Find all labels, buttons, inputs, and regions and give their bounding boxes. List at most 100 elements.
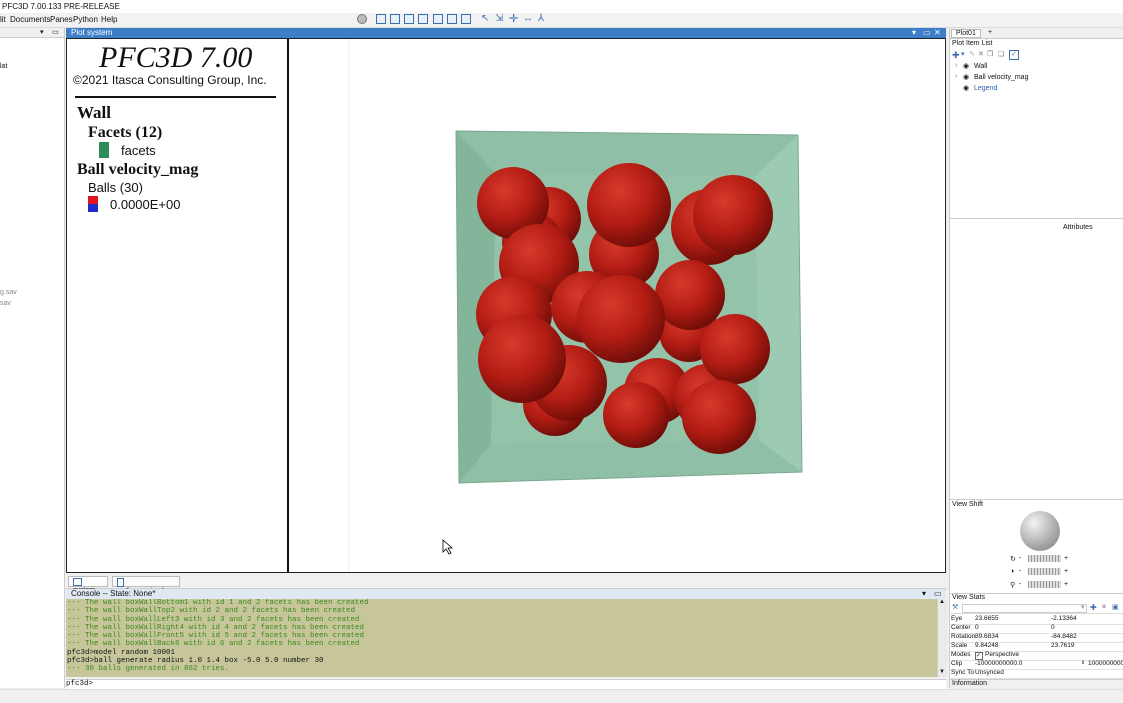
add-icon[interactable]: ✚: [1090, 603, 1097, 612]
eye-icon[interactable]: ◉: [963, 62, 969, 70]
document-icon: [117, 578, 124, 587]
facets-swatch: [99, 142, 109, 158]
print-icon[interactable]: [433, 14, 443, 24]
plus-icon[interactable]: +: [1064, 568, 1068, 575]
export-icon[interactable]: [447, 14, 457, 24]
console-output[interactable]: --- The wall boxWallBottom1 with id 1 an…: [66, 599, 937, 677]
view-copy-icon[interactable]: [404, 14, 414, 24]
roll-icon[interactable]: ◑: [1010, 568, 1014, 575]
plus-icon[interactable]: +: [1064, 581, 1068, 588]
stat-value[interactable]: 23.6655: [975, 615, 999, 622]
scroll-up-icon[interactable]: ▲: [939, 599, 945, 605]
expand-icon[interactable]: ›: [955, 62, 957, 69]
view-trackball[interactable]: [1020, 511, 1060, 551]
edit-icon[interactable]: ✎: [969, 50, 975, 58]
delete-icon[interactable]: ✕: [978, 50, 984, 58]
paste-icon[interactable]: ❏: [998, 50, 1004, 58]
scene-3d[interactable]: [289, 39, 945, 572]
sync-select[interactable]: [962, 604, 1087, 613]
restore-icon[interactable]: ▭: [923, 28, 931, 37]
left-pane-item[interactable]: g.sav: [0, 289, 17, 296]
scroll-down-icon[interactable]: ▼: [939, 669, 945, 675]
legend-wall-header: Wall: [77, 103, 112, 122]
stat-value[interactable]: 0: [1051, 624, 1055, 631]
stat-value[interactable]: 89.6834: [975, 633, 999, 640]
rotate-slider[interactable]: [1028, 555, 1061, 562]
menu-edit[interactable]: lit: [0, 15, 6, 24]
ball-swatch-blue: [88, 204, 98, 212]
menu-python[interactable]: Python: [73, 15, 98, 24]
zoom-slider[interactable]: [1028, 581, 1061, 588]
stat-value[interactable]: Unsynced: [975, 669, 1004, 676]
left-pane-item[interactable]: sav: [0, 300, 11, 307]
close-icon[interactable]: ✕: [934, 28, 941, 37]
stat-value[interactable]: -84.8482: [1051, 633, 1077, 640]
view-book-icon[interactable]: [418, 14, 428, 24]
right-pane: Plot01 + Plot Item List ✚ ▾ ✎ ✕ ❐ ❏ ✓ › …: [949, 28, 1123, 689]
plot-item-wall[interactable]: Wall: [974, 63, 987, 70]
chevron-down-icon[interactable]: ▾: [1081, 603, 1085, 611]
plot-item-list-title: Plot Item List: [952, 40, 993, 47]
tab-plot01[interactable]: Plot01: [951, 29, 981, 38]
record-icon[interactable]: [357, 14, 367, 24]
restore-icon[interactable]: ▭: [934, 589, 942, 598]
chevron-down-icon[interactable]: ▾: [961, 50, 965, 58]
console-scrollbar[interactable]: ▲ ▼: [937, 599, 947, 677]
view-icon[interactable]: [376, 14, 386, 24]
minus-icon[interactable]: -: [1019, 581, 1021, 588]
move-icon[interactable]: ✛: [509, 14, 519, 25]
plot-item-legend[interactable]: Legend: [974, 85, 997, 92]
tab-system[interactable]: system: [68, 576, 108, 594]
add-item-icon[interactable]: ✚: [952, 50, 960, 61]
copy-icon[interactable]: ❐: [987, 50, 993, 58]
rotate-icon[interactable]: ↻: [1010, 555, 1016, 563]
plot-window-title: Plot system: [71, 28, 113, 37]
perspective-checkbox[interactable]: ✓: [975, 652, 983, 660]
view-shift-title: View Shift: [952, 501, 983, 508]
stat-value[interactable]: 0: [975, 624, 979, 631]
plot-area[interactable]: PFC3D 7.00 ©2021 Itasca Consulting Group…: [66, 38, 946, 573]
chevron-down-icon[interactable]: ▾: [40, 28, 44, 36]
console-line: pfc3d>model random 10001: [67, 648, 176, 657]
expand-icon[interactable]: ›: [955, 73, 957, 80]
minus-icon[interactable]: -: [1019, 555, 1021, 562]
legend-copyright: ©2021 Itasca Consulting Group, Inc.: [73, 73, 267, 87]
stat-label: Center: [951, 624, 971, 631]
menu-documents[interactable]: Documents: [10, 15, 50, 24]
pin-icon[interactable]: ⚒: [952, 603, 958, 611]
tab-cmlinear-simple[interactable]: cmlinear_simple: [112, 576, 180, 595]
zoom-icon[interactable]: ⚲: [1010, 581, 1015, 589]
menu-help[interactable]: Help: [101, 15, 117, 24]
plus-icon[interactable]: +: [1064, 555, 1068, 562]
check-icon[interactable]: [461, 14, 471, 24]
menu-panes[interactable]: Panes: [50, 15, 73, 24]
pointer-icon[interactable]: ↖: [481, 14, 491, 24]
left-pane-item[interactable]: lat: [0, 63, 7, 70]
eye-icon[interactable]: ◉: [963, 73, 969, 81]
roll-slider[interactable]: [1028, 568, 1061, 575]
minus-icon[interactable]: -: [1019, 568, 1021, 575]
stat-value[interactable]: 10000000000: [1088, 660, 1123, 667]
stat-value[interactable]: 23.7619: [1051, 642, 1075, 649]
console-line: --- The wall boxWallRight4 with id 4 and…: [67, 623, 365, 632]
lock-icon[interactable]: ▣: [1112, 603, 1119, 611]
axes-icon[interactable]: ⅄: [538, 14, 548, 24]
add-tab-button[interactable]: +: [988, 29, 992, 36]
check-icon[interactable]: ✓: [1009, 50, 1019, 60]
eye-icon[interactable]: ◉: [963, 84, 969, 92]
stat-value[interactable]: -10000000000.0: [975, 660, 1022, 667]
chevron-down-icon[interactable]: ▾: [912, 28, 916, 37]
select-icon[interactable]: ⇲: [495, 14, 505, 24]
status-bar: [0, 689, 1123, 703]
measure-icon[interactable]: ↔: [523, 14, 533, 24]
view-split-icon[interactable]: [390, 14, 400, 24]
stat-value[interactable]: -2.13364: [1051, 615, 1077, 622]
spin-icon[interactable]: ⇕: [1081, 660, 1085, 666]
delete-icon[interactable]: ✕: [1101, 603, 1107, 611]
pane-close-icon[interactable]: ▭: [52, 28, 59, 36]
console-line: --- The wall boxWallBack6 with id 6 and …: [67, 640, 360, 649]
information-label: Information: [952, 680, 988, 687]
stat-value[interactable]: 9.84248: [975, 642, 999, 649]
chevron-down-icon[interactable]: ▾: [922, 589, 926, 598]
plot-item-ball-velocity[interactable]: Ball velocity_mag: [974, 74, 1028, 81]
